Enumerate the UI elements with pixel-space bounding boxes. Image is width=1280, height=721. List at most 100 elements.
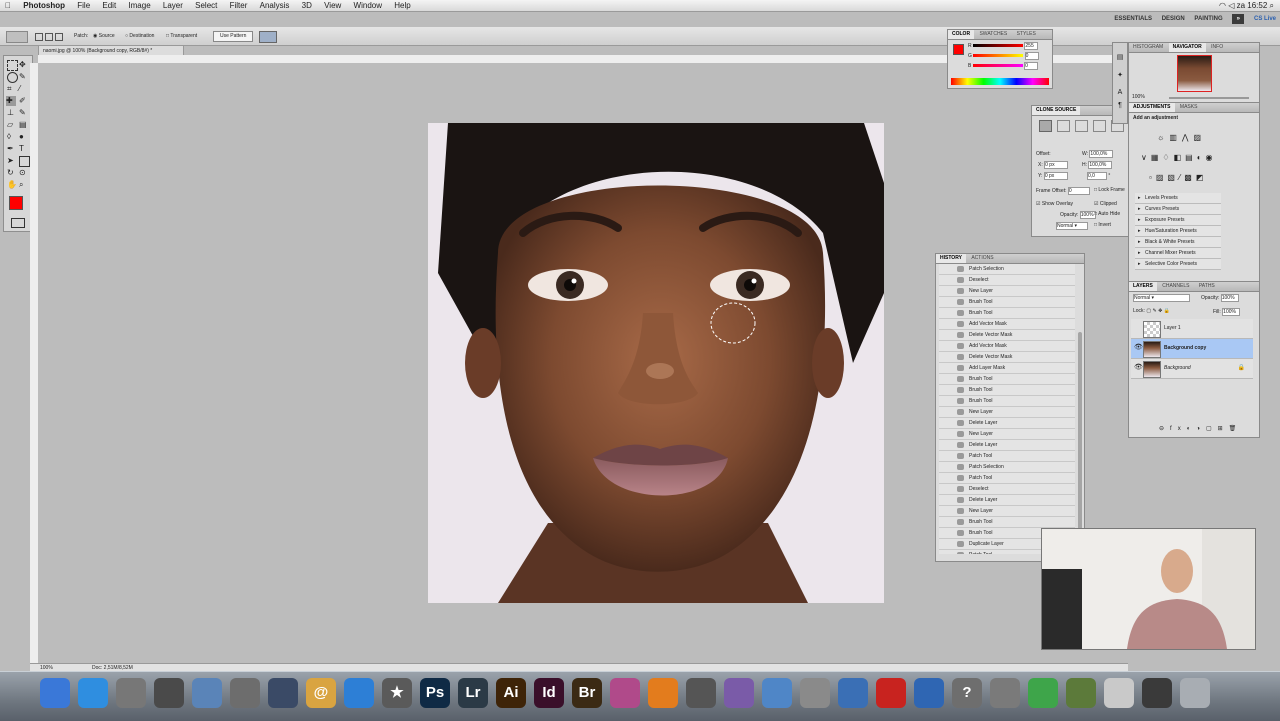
- eye-icon[interactable]: 👁: [1134, 344, 1143, 352]
- adjustment-preset-item[interactable]: Curves Presets: [1135, 204, 1221, 215]
- history-scrollbar[interactable]: [1078, 332, 1082, 532]
- menu-layer[interactable]: Layer: [158, 0, 188, 11]
- visibility-toggle-icon[interactable]: [1134, 324, 1141, 332]
- history-item[interactable]: Delete Layer: [939, 440, 1075, 451]
- printer-icon[interactable]: [686, 678, 716, 708]
- fill-value[interactable]: 100%: [1222, 308, 1241, 316]
- lock-pixels-icon[interactable]: ✎: [1152, 308, 1156, 314]
- menu-window[interactable]: Window: [349, 0, 387, 11]
- marquee-tool-icon[interactable]: [7, 60, 18, 71]
- panel-icon-4[interactable]: ¶: [1113, 102, 1127, 109]
- clone-source-3-icon[interactable]: [1075, 120, 1088, 132]
- clone-source-1-icon[interactable]: [1039, 120, 1052, 132]
- dodge-tool-icon[interactable]: ●: [19, 132, 28, 141]
- r-slider[interactable]: [973, 44, 1023, 48]
- lock-position-icon[interactable]: ✥: [1158, 308, 1162, 314]
- imovie-icon[interactable]: ★: [382, 678, 412, 708]
- apple-menu-icon[interactable]: : [0, 0, 16, 11]
- quick-select-tool-icon[interactable]: ✎: [19, 72, 28, 81]
- tab-paths[interactable]: PATHS: [1195, 282, 1219, 291]
- address-book-icon[interactable]: @: [306, 678, 336, 708]
- history-item[interactable]: New Layer: [939, 286, 1075, 297]
- tab-adjustments[interactable]: ADJUSTMENTS: [1129, 103, 1175, 112]
- g-value[interactable]: 0: [1024, 52, 1039, 60]
- crop-tool-icon[interactable]: ⌗: [7, 84, 16, 93]
- layers-footer-buttons[interactable]: ⊖fx◐◑▢⊞🗑: [1159, 425, 1242, 432]
- menu-help[interactable]: Help: [389, 0, 415, 11]
- network-icon[interactable]: [838, 678, 868, 708]
- history-item[interactable]: Deselect: [939, 484, 1075, 495]
- adjustment-preset-item[interactable]: Hue/Saturation Presets: [1135, 226, 1221, 237]
- activity-icon[interactable]: [154, 678, 184, 708]
- history-item[interactable]: Brush Tool: [939, 374, 1075, 385]
- lasso-tool-icon[interactable]: [7, 72, 18, 83]
- wifi-icon[interactable]: ◠: [1219, 1, 1226, 10]
- adjustment-icons-row-2[interactable]: ∨▦♢◧▤◐◉: [1141, 153, 1217, 162]
- panel-icon-1[interactable]: ▤: [1113, 53, 1127, 61]
- eraser-tool-icon[interactable]: ▱: [7, 120, 16, 129]
- show-overlay-checkbox[interactable]: ☑ Show Overlay: [1036, 201, 1073, 207]
- healing-tool-icon[interactable]: ✚: [6, 96, 16, 106]
- panel-icon-3[interactable]: A: [1113, 89, 1127, 96]
- history-item[interactable]: Patch Selection: [939, 264, 1075, 275]
- illustrator-icon[interactable]: Ai: [496, 678, 526, 708]
- vlc-icon[interactable]: [648, 678, 678, 708]
- adjustment-preset-item[interactable]: Channel Mixer Presets: [1135, 248, 1221, 259]
- tab-actions[interactable]: ACTIONS: [967, 254, 997, 263]
- creative-cloud-icon[interactable]: [724, 678, 754, 708]
- menu-select[interactable]: Select: [190, 0, 222, 11]
- layer-name[interactable]: Background: [1164, 359, 1191, 378]
- tab-styles[interactable]: STYLES: [1013, 30, 1040, 39]
- history-item[interactable]: Brush Tool: [939, 396, 1075, 407]
- history-item[interactable]: Brush Tool: [939, 297, 1075, 308]
- selection-mode-icons[interactable]: [34, 31, 64, 41]
- menu-image[interactable]: Image: [123, 0, 155, 11]
- quicktime-icon[interactable]: [268, 678, 298, 708]
- layer-name[interactable]: Background copy: [1164, 339, 1206, 358]
- history-item[interactable]: Delete Layer: [939, 495, 1075, 506]
- w-value[interactable]: 100,0%: [1089, 150, 1114, 158]
- tab-info[interactable]: INFO: [1207, 43, 1227, 52]
- camera-icon[interactable]: [990, 678, 1020, 708]
- tab-layers[interactable]: LAYERS: [1129, 282, 1157, 291]
- workspace-essentials[interactable]: ESSENTIALS: [1114, 16, 1152, 22]
- color-ramp[interactable]: [951, 78, 1049, 85]
- y-value[interactable]: 0 px: [1043, 172, 1068, 180]
- bridge-icon[interactable]: Br: [572, 678, 602, 708]
- adjustment-preset-item[interactable]: Exposure Presets: [1135, 215, 1221, 226]
- document-icon[interactable]: [762, 678, 792, 708]
- layer-opacity-value[interactable]: 100%: [1220, 294, 1239, 302]
- history-item[interactable]: New Layer: [939, 506, 1075, 517]
- history-item[interactable]: Deselect: [939, 275, 1075, 286]
- tab-channels[interactable]: CHANNELS: [1158, 282, 1193, 291]
- foreground-color-swatch[interactable]: [9, 196, 23, 210]
- lock-all-icon[interactable]: 🔒: [1164, 308, 1170, 314]
- history-item[interactable]: Add Layer Mask: [939, 363, 1075, 374]
- shape-tool-icon[interactable]: [19, 156, 30, 167]
- acrobat-icon[interactable]: [876, 678, 906, 708]
- volume-icon[interactable]: ◁: [1228, 1, 1234, 10]
- g-slider[interactable]: [973, 54, 1024, 58]
- download-icon[interactable]: [1028, 678, 1058, 708]
- transparent-checkbox[interactable]: □ Transparent: [166, 27, 197, 45]
- eye-icon[interactable]: 👁: [1134, 364, 1143, 372]
- tab-color[interactable]: COLOR: [948, 30, 975, 39]
- x-value[interactable]: 0 px: [1044, 161, 1069, 169]
- menu-file[interactable]: File: [72, 0, 95, 11]
- tab-masks[interactable]: MASKS: [1176, 103, 1202, 112]
- tab-histogram[interactable]: HISTOGRAM: [1129, 43, 1167, 52]
- safari-icon[interactable]: [78, 678, 108, 708]
- b-slider[interactable]: [972, 64, 1023, 68]
- history-item[interactable]: Patch Tool: [939, 473, 1075, 484]
- layer-row-background-copy[interactable]: 👁 Background copy: [1131, 339, 1253, 359]
- history-item[interactable]: Delete Vector Mask: [939, 330, 1075, 341]
- scanner-icon[interactable]: [800, 678, 830, 708]
- type-tool-icon[interactable]: T: [19, 144, 28, 153]
- layer-name[interactable]: Layer 1: [1164, 319, 1181, 338]
- history-item[interactable]: New Layer: [939, 429, 1075, 440]
- source-radio[interactable]: ◉ Source: [93, 27, 115, 45]
- tab-clone-source[interactable]: CLONE SOURCE: [1032, 106, 1081, 115]
- menu-edit[interactable]: Edit: [97, 0, 121, 11]
- hand-tool-icon[interactable]: ✋: [7, 180, 17, 189]
- 3d-rotate-tool-icon[interactable]: ↻: [7, 168, 16, 177]
